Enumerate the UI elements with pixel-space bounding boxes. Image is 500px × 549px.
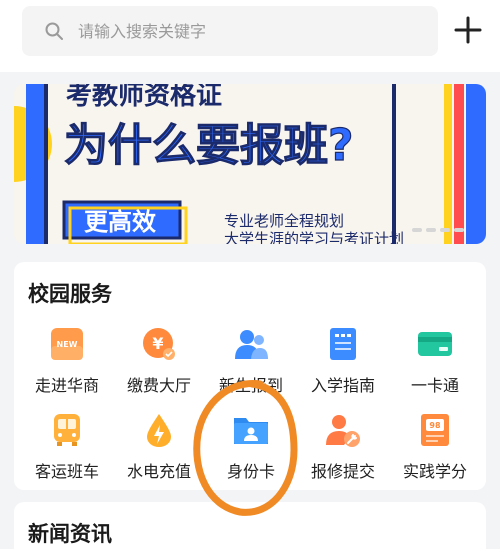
service-label: 走进华商: [34, 376, 99, 395]
service-label: 新生报到: [218, 376, 283, 395]
service-label: 报修提交: [310, 462, 375, 481]
service-label: 一卡通: [410, 376, 459, 395]
document-icon: [330, 328, 356, 360]
top-bar: [0, 0, 500, 72]
campus-services-card: 校园服务 NEW 走进华商 ¥ 缴费大厅 新生报到 入学指南 一卡通 客运班车 …: [14, 262, 486, 490]
id-folder-icon: [234, 418, 268, 444]
new-badge-icon: NEW: [51, 328, 83, 360]
search-bar[interactable]: [22, 6, 438, 56]
plus-icon[interactable]: [452, 14, 484, 46]
news-card: 新闻资讯: [14, 502, 486, 549]
service-item-repair[interactable]: 报修提交: [298, 412, 388, 494]
service-item-guide[interactable]: 入学指南: [298, 326, 388, 408]
search-input[interactable]: [78, 14, 418, 48]
bus-icon: [54, 414, 80, 446]
promo-banner[interactable]: 考教师资格证 为什么要报班? 更高效 专业老师全程规划 大学生涯的学习与考证计划: [14, 84, 486, 244]
svg-text:98: 98: [429, 421, 441, 430]
banner-subtitle-2: 大学生涯的学习与考证计划: [224, 230, 404, 244]
banner-headline: 为什么要报班?: [64, 120, 354, 171]
svg-text:¥: ¥: [152, 334, 163, 353]
search-icon: [45, 22, 63, 40]
service-item-credits[interactable]: 98 实践学分: [390, 412, 480, 494]
score-icon: 98: [421, 414, 449, 446]
banner-subtitle-1: 专业老师全程规划: [224, 212, 344, 230]
service-item-newstudent[interactable]: 新生报到: [206, 326, 296, 408]
service-label: 入学指南: [310, 376, 375, 395]
banner-tag: 更高效: [84, 208, 156, 236]
service-label: 缴费大厅: [126, 376, 191, 395]
service-item-idcard[interactable]: 身份卡: [206, 412, 296, 494]
yuan-coin-icon: ¥: [143, 328, 175, 360]
service-item-bus[interactable]: 客运班车: [22, 412, 112, 494]
banner-top-text: 考教师资格证: [66, 84, 222, 111]
card-icon: [418, 332, 452, 356]
service-label: 客运班车: [34, 462, 99, 481]
service-item-card[interactable]: 一卡通: [390, 326, 480, 408]
news-title: 新闻资讯: [28, 522, 112, 546]
service-label: 身份卡: [226, 462, 275, 481]
svg-text:NEW: NEW: [57, 340, 78, 349]
people-icon: [235, 330, 268, 359]
repair-icon: [326, 415, 360, 447]
service-item-zoujin[interactable]: NEW 走进华商: [22, 326, 112, 408]
service-item-payment[interactable]: ¥ 缴费大厅: [114, 326, 204, 408]
water-drop-bolt-icon: [147, 414, 171, 447]
service-item-utility[interactable]: 水电充值: [114, 412, 204, 494]
campus-services-title: 校园服务: [28, 282, 112, 306]
service-label: 水电充值: [126, 462, 191, 481]
service-label: 实践学分: [402, 462, 467, 481]
banner-artwork: 考教师资格证 为什么要报班? 更高效 专业老师全程规划 大学生涯的学习与考证计划: [14, 84, 486, 244]
